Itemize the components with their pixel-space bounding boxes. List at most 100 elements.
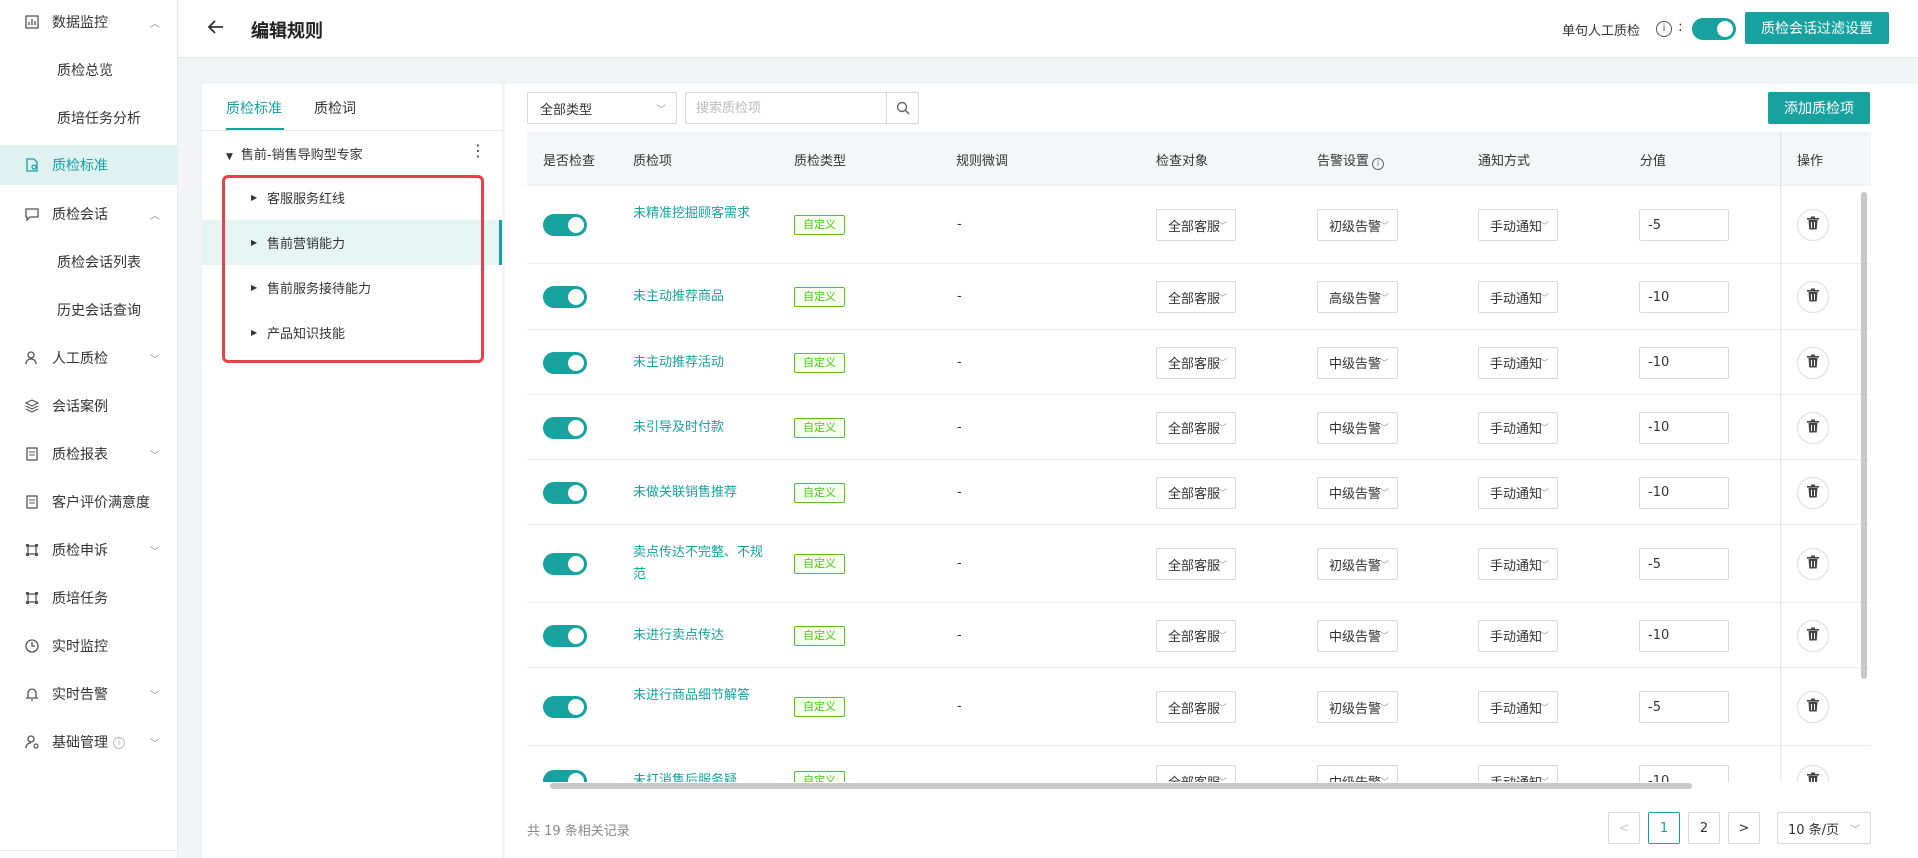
- check-target-select[interactable]: 全部客服﹀: [1156, 765, 1236, 782]
- delete-button[interactable]: [1797, 691, 1829, 723]
- enable-check-toggle[interactable]: [543, 214, 587, 236]
- notify-method-select[interactable]: 手动通知﹀: [1478, 548, 1558, 580]
- score-input[interactable]: -10: [1639, 281, 1729, 313]
- check-target-select[interactable]: 全部客服﹀: [1156, 691, 1236, 723]
- delete-button[interactable]: [1797, 346, 1829, 379]
- enable-check-toggle[interactable]: [543, 481, 587, 504]
- tree-root-node[interactable]: ▼ 售前-销售导购型专家: [226, 144, 363, 163]
- delete-button[interactable]: [1797, 476, 1829, 509]
- score-input[interactable]: -5: [1639, 209, 1729, 241]
- sidebar-item-training-task[interactable]: 质培任务: [0, 578, 178, 618]
- sidebar-item-qc-appeal[interactable]: 质检申诉 ﹀: [0, 530, 178, 570]
- qc-item-link[interactable]: 未做关联销售推荐: [633, 482, 763, 504]
- back-arrow-icon[interactable]: [207, 17, 225, 41]
- enable-check-toggle[interactable]: [543, 770, 587, 782]
- sidebar-item-overview[interactable]: 质检总览: [0, 50, 178, 90]
- check-target-select[interactable]: 全部客服﹀: [1156, 346, 1236, 379]
- tree-item[interactable]: ▶ 客服服务红线: [202, 175, 500, 220]
- check-target-select[interactable]: 全部客服﹀: [1156, 548, 1236, 580]
- check-target-select[interactable]: 全部客服﹀: [1156, 281, 1236, 313]
- sidebar-item-qc-standard[interactable]: 质检标准: [0, 145, 178, 185]
- notify-method-select[interactable]: 手动通知﹀: [1478, 209, 1558, 241]
- tree-item[interactable]: ▶ 产品知识技能: [202, 310, 500, 355]
- tab-qc-words[interactable]: 质检词: [314, 98, 356, 118]
- tree-item[interactable]: ▶ 售前服务接待能力: [202, 265, 500, 310]
- check-target-select[interactable]: 全部客服﹀: [1156, 411, 1236, 444]
- alarm-setting-select[interactable]: 中级告警﹀: [1317, 411, 1398, 444]
- sidebar-item-session-list[interactable]: 质检会话列表: [0, 242, 178, 282]
- prev-page-button[interactable]: <: [1608, 812, 1640, 844]
- alarm-setting-select[interactable]: 初级告警 ﹀: [1317, 691, 1398, 723]
- enable-check-toggle[interactable]: [543, 286, 587, 308]
- score-input[interactable]: -10: [1639, 476, 1729, 509]
- enable-check-toggle[interactable]: [543, 553, 587, 575]
- delete-button[interactable]: [1797, 281, 1829, 313]
- single-check-toggle[interactable]: [1692, 18, 1736, 40]
- alarm-setting-select[interactable]: 中级告警﹀: [1317, 346, 1398, 379]
- info-icon[interactable]: i: [1372, 158, 1385, 170]
- score-input[interactable]: -10: [1639, 411, 1729, 444]
- alarm-setting-select[interactable]: 中级告警﹀: [1317, 476, 1398, 509]
- delete-button[interactable]: [1797, 765, 1829, 782]
- qc-item-link[interactable]: 未主动推荐活动: [633, 352, 763, 374]
- enable-check-toggle[interactable]: [543, 416, 587, 439]
- qc-item-link[interactable]: 未进行卖点传达: [633, 625, 763, 647]
- page-button-2[interactable]: 2: [1688, 812, 1720, 844]
- qc-item-link[interactable]: 未主动推荐商品: [633, 286, 763, 308]
- search-input[interactable]: [686, 93, 886, 123]
- check-target-select[interactable]: 全部客服﹀: [1156, 619, 1236, 652]
- delete-button[interactable]: [1797, 411, 1829, 444]
- score-input[interactable]: -10: [1639, 619, 1729, 652]
- page-button-1[interactable]: 1: [1648, 812, 1680, 844]
- sidebar-item-data-monitor[interactable]: 数据监控 ︿: [0, 2, 178, 42]
- notify-method-select[interactable]: 手动通知﹀: [1478, 619, 1558, 652]
- sidebar-item-history-query[interactable]: 历史会话查询: [0, 290, 178, 330]
- score-input[interactable]: -10: [1639, 765, 1729, 782]
- next-page-button[interactable]: >: [1728, 812, 1760, 844]
- tab-qc-standard[interactable]: 质检标准: [226, 98, 282, 118]
- sidebar-item-qc-report[interactable]: 质检报表 ﹀: [0, 434, 178, 474]
- sidebar-item-manual-qc[interactable]: 人工质检 ﹀: [0, 338, 178, 378]
- enable-check-toggle[interactable]: [543, 696, 587, 718]
- vertical-scrollbar[interactable]: [1861, 192, 1867, 679]
- score-input[interactable]: -5: [1639, 691, 1729, 723]
- more-vertical-icon[interactable]: ⋮: [470, 142, 486, 160]
- qc-item-link[interactable]: 未引导及时付款: [633, 417, 763, 439]
- info-icon[interactable]: i: [1656, 21, 1672, 37]
- notify-method-select[interactable]: 手动通知﹀: [1478, 691, 1558, 723]
- notify-method-select[interactable]: 手动通知﹀: [1478, 346, 1558, 379]
- sidebar-item-customer-satisfaction[interactable]: 客户评价满意度: [0, 482, 178, 522]
- type-filter-select[interactable]: 全部类型 ﹀: [527, 92, 677, 124]
- qc-item-link[interactable]: 卖点传达不完整、不规范: [633, 542, 763, 586]
- alarm-setting-select[interactable]: 初级告警 ﹀: [1317, 209, 1398, 241]
- notify-method-select[interactable]: 手动通知﹀: [1478, 476, 1558, 509]
- tree-item-active[interactable]: ▶ 售前营销能力: [202, 220, 500, 265]
- enable-check-toggle[interactable]: [543, 624, 587, 647]
- sidebar-item-session-cases[interactable]: 会话案例: [0, 386, 178, 426]
- alarm-setting-select[interactable]: 高级告警 ﹀: [1317, 281, 1398, 313]
- search-icon[interactable]: [886, 93, 918, 123]
- sidebar-item-realtime-monitor[interactable]: 实时监控: [0, 626, 178, 666]
- qc-item-link[interactable]: 未精准挖掘顾客需求: [633, 203, 763, 225]
- score-input[interactable]: -10: [1639, 346, 1729, 379]
- enable-check-toggle[interactable]: [543, 351, 587, 374]
- sidebar-item-realtime-alarm[interactable]: 实时告警 ﹀: [0, 674, 178, 714]
- check-target-select[interactable]: 全部客服﹀: [1156, 209, 1236, 241]
- score-input[interactable]: -5: [1639, 548, 1729, 580]
- alarm-setting-select[interactable]: 中级告警﹀: [1317, 619, 1398, 652]
- horizontal-scrollbar[interactable]: [550, 783, 1692, 789]
- alarm-setting-select[interactable]: 初级告警 ﹀: [1317, 548, 1398, 580]
- qc-item-link[interactable]: 未进行商品细节解答: [633, 685, 763, 707]
- check-target-select[interactable]: 全部客服﹀: [1156, 476, 1236, 509]
- notify-method-select[interactable]: 手动通知﹀: [1478, 281, 1558, 313]
- sidebar-item-basic-management[interactable]: 基础管理 i ﹀: [0, 722, 178, 762]
- alarm-setting-select[interactable]: 中级告警﹀: [1317, 765, 1398, 782]
- qc-item-link[interactable]: 未打消售后服务疑: [633, 770, 763, 782]
- page-size-select[interactable]: 10 条/页 ﹀: [1777, 812, 1871, 844]
- delete-button[interactable]: [1797, 619, 1829, 652]
- notify-method-select[interactable]: 手动通知﹀: [1478, 411, 1558, 444]
- notify-method-select[interactable]: 手动通知﹀: [1478, 765, 1558, 782]
- sidebar-item-qc-session[interactable]: 质检会话 ︿: [0, 194, 178, 234]
- delete-button[interactable]: [1797, 548, 1829, 580]
- delete-button[interactable]: [1797, 209, 1829, 241]
